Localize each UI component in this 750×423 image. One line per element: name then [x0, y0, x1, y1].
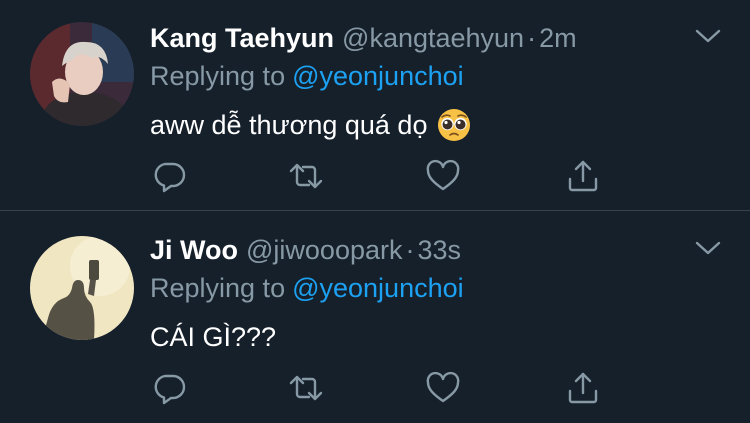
- retweet-icon[interactable]: [288, 158, 324, 194]
- tweet-header: Kang Taehyun @kangtaehyun · 2m: [150, 20, 577, 56]
- user-handle[interactable]: @jiwooopark: [246, 235, 402, 265]
- display-name[interactable]: Ji Woo: [150, 235, 238, 265]
- like-icon[interactable]: [425, 158, 461, 194]
- tweet-divider: [0, 210, 750, 211]
- avatar-photo: [30, 236, 134, 340]
- chevron-down-icon[interactable]: [694, 26, 722, 46]
- display-name[interactable]: Kang Taehyun: [150, 23, 334, 53]
- tweet[interactable]: Ji Woo @jiwooopark · 33s Replying to @yeonju…: [0, 212, 750, 423]
- tweet[interactable]: Kang Taehyun @kangtaehyun · 2m Replying to @…: [0, 0, 750, 211]
- tweet-actions: [0, 370, 750, 406]
- like-icon[interactable]: [425, 370, 461, 406]
- tweet-actions: [0, 158, 750, 194]
- avatar[interactable]: [30, 22, 134, 126]
- avatar-photo: [30, 22, 134, 126]
- reply-icon[interactable]: [151, 158, 187, 194]
- tweet-text: aww dễ thương quá dọ: [150, 107, 471, 143]
- replying-to: Replying to @yeonjunchoi: [150, 58, 464, 94]
- tweet-text-content: aww dễ thương quá dọ: [150, 110, 428, 140]
- user-handle[interactable]: @kangtaehyun: [342, 23, 524, 53]
- tweet-header: Ji Woo @jiwooopark · 33s: [150, 232, 461, 268]
- replying-to-link[interactable]: @yeonjunchoi: [292, 61, 464, 91]
- replying-label: Replying to: [150, 273, 286, 303]
- share-icon[interactable]: [565, 158, 601, 194]
- timestamp[interactable]: 33s: [418, 235, 462, 265]
- separator: ·: [405, 235, 415, 265]
- reply-icon[interactable]: [151, 370, 187, 406]
- tweet-text-content: CÁI GÌ???: [150, 322, 277, 352]
- retweet-icon[interactable]: [288, 370, 324, 406]
- pleading-face-emoji-icon: [437, 108, 471, 142]
- tweet-text: CÁI GÌ???: [150, 319, 276, 355]
- share-icon[interactable]: [565, 370, 601, 406]
- timestamp[interactable]: 2m: [539, 23, 577, 53]
- replying-label: Replying to: [150, 61, 286, 91]
- replying-to-link[interactable]: @yeonjunchoi: [292, 273, 464, 303]
- replying-to: Replying to @yeonjunchoi: [150, 270, 464, 306]
- separator: ·: [527, 23, 537, 53]
- avatar[interactable]: [30, 236, 134, 340]
- chevron-down-icon[interactable]: [694, 238, 722, 258]
